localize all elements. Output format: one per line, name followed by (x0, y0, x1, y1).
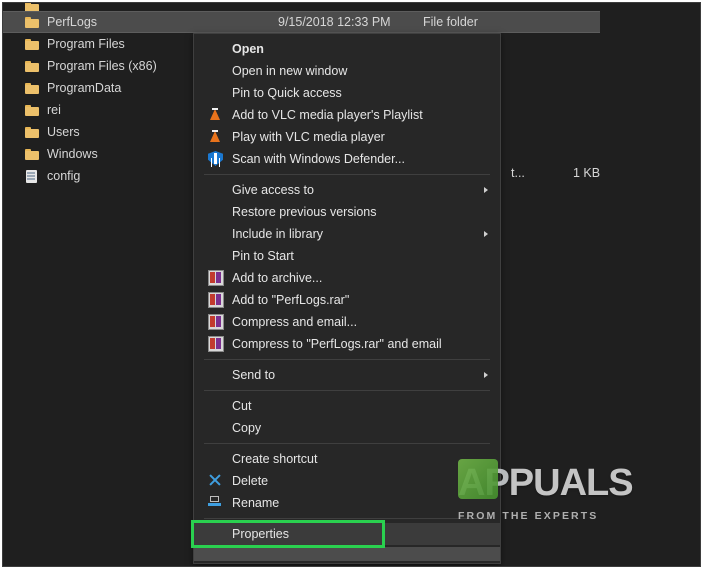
menu-item-label: Include in library (232, 227, 324, 241)
menu-item-open[interactable]: Open (194, 38, 500, 60)
menu-item-label: Open in new window (232, 64, 348, 78)
menu-item-label: Play with VLC media player (232, 130, 385, 144)
menu-item-include-in-library[interactable]: Include in library (194, 223, 500, 245)
menu-item-label: Properties (232, 527, 289, 541)
menu-separator (204, 174, 490, 175)
file-size: 1 KB (573, 166, 601, 180)
file-name: Windows (47, 147, 98, 161)
menu-item-send-to[interactable]: Send to (194, 364, 500, 386)
folder-icon (25, 16, 40, 28)
menu-item-label: Copy (232, 421, 262, 435)
file-name: Program Files (x86) (47, 59, 157, 73)
menu-item-label: Give access to (232, 183, 314, 197)
winrar-icon (208, 314, 224, 330)
menu-item-restore-previous-versions[interactable]: Restore previous versions (194, 201, 500, 223)
menu-item-give-access-to[interactable]: Give access to (194, 179, 500, 201)
menu-item-label: Add to "PerfLogs.rar" (232, 293, 350, 307)
chevron-right-icon (484, 372, 488, 378)
delete-icon (208, 473, 224, 489)
menu-item-create-shortcut[interactable]: Create shortcut (194, 448, 500, 470)
menu-item-label: Add to VLC media player's Playlist (232, 108, 423, 122)
menu-item-label: Compress and email... (232, 315, 358, 329)
folder-icon (25, 126, 40, 138)
watermark-title-right: PUALS (508, 462, 634, 504)
menu-item-copy[interactable]: Copy (194, 417, 500, 439)
list-item[interactable] (3, 3, 700, 11)
file-name: Users (47, 125, 80, 139)
folder-icon (25, 38, 40, 50)
menu-separator (204, 390, 490, 391)
menu-item-label: Cut (232, 399, 252, 413)
menu-item-label: Create shortcut (232, 452, 318, 466)
menu-item-label: Delete (232, 474, 269, 488)
menu-item-label: Pin to Quick access (232, 86, 342, 100)
file-date-modified: 9/15/2018 12:33 PM (278, 15, 391, 29)
rename-icon (208, 495, 224, 511)
chevron-right-icon (484, 231, 488, 237)
file-type-truncated: t... (511, 166, 525, 180)
menu-item-properties[interactable]: Properties (191, 520, 500, 548)
chevron-right-icon (484, 187, 488, 193)
menu-item-delete[interactable]: Delete (194, 470, 500, 492)
menu-item-label: Pin to Start (232, 249, 294, 263)
file-name: rei (47, 103, 61, 117)
menu-item-open-in-new-window[interactable]: Open in new window (194, 60, 500, 82)
vlc-cone-icon (208, 107, 224, 123)
file-explorer-window: PerfLogs 9/15/2018 12:33 PM File folder … (2, 2, 701, 567)
vlc-cone-icon (208, 129, 224, 145)
file-icon (25, 169, 40, 183)
winrar-icon (208, 336, 224, 352)
menu-item-label: Open (232, 42, 264, 56)
context-menu: Open Open in new window Pin to Quick acc… (191, 33, 501, 564)
menu-separator (204, 443, 490, 444)
menu-item-label: Scan with Windows Defender... (232, 152, 405, 166)
menu-item-label: Compress to "PerfLogs.rar" and email (232, 337, 442, 351)
menu-item-compress-to-rar-and-email[interactable]: Compress to "PerfLogs.rar" and email (194, 333, 500, 355)
menu-item-play-with-vlc[interactable]: Play with VLC media player (194, 126, 500, 148)
menu-item-scan-with-defender[interactable]: Scan with Windows Defender... (194, 148, 500, 170)
menu-item-rename[interactable]: Rename (194, 492, 500, 514)
winrar-icon (208, 270, 224, 286)
menu-item-pin-to-quick-access[interactable]: Pin to Quick access (194, 82, 500, 104)
menu-item-pin-to-start[interactable]: Pin to Start (194, 245, 500, 267)
menu-item-cut[interactable]: Cut (194, 395, 500, 417)
menu-item-label: Add to archive... (232, 271, 323, 285)
menu-item-add-to-archive[interactable]: Add to archive... (194, 267, 500, 289)
file-type: File folder (423, 15, 478, 29)
folder-icon (25, 104, 40, 116)
menu-item-label: Send to (232, 368, 276, 382)
folder-icon (25, 148, 40, 160)
folder-icon (25, 82, 40, 94)
list-item-perflogs[interactable]: PerfLogs 9/15/2018 12:33 PM File folder (3, 11, 600, 33)
folder-icon (25, 60, 40, 72)
folder-icon (25, 3, 40, 11)
menu-item-add-to-rar[interactable]: Add to "PerfLogs.rar" (194, 289, 500, 311)
file-name: config (47, 169, 81, 183)
menu-separator (204, 518, 490, 519)
menu-item-label: Rename (232, 496, 280, 510)
file-name: Program Files (47, 37, 125, 51)
file-name: PerfLogs (47, 15, 98, 29)
menu-item-compress-and-email[interactable]: Compress and email... (194, 311, 500, 333)
winrar-icon (208, 292, 224, 308)
file-name: ProgramData (47, 81, 122, 95)
menu-bottom-strip (194, 547, 500, 561)
screenshot-root: PerfLogs 9/15/2018 12:33 PM File folder … (0, 0, 703, 569)
menu-item-add-to-vlc-playlist[interactable]: Add to VLC media player's Playlist (194, 104, 500, 126)
shield-icon (208, 151, 224, 167)
menu-item-label: Restore previous versions (232, 205, 377, 219)
menu-separator (204, 359, 490, 360)
